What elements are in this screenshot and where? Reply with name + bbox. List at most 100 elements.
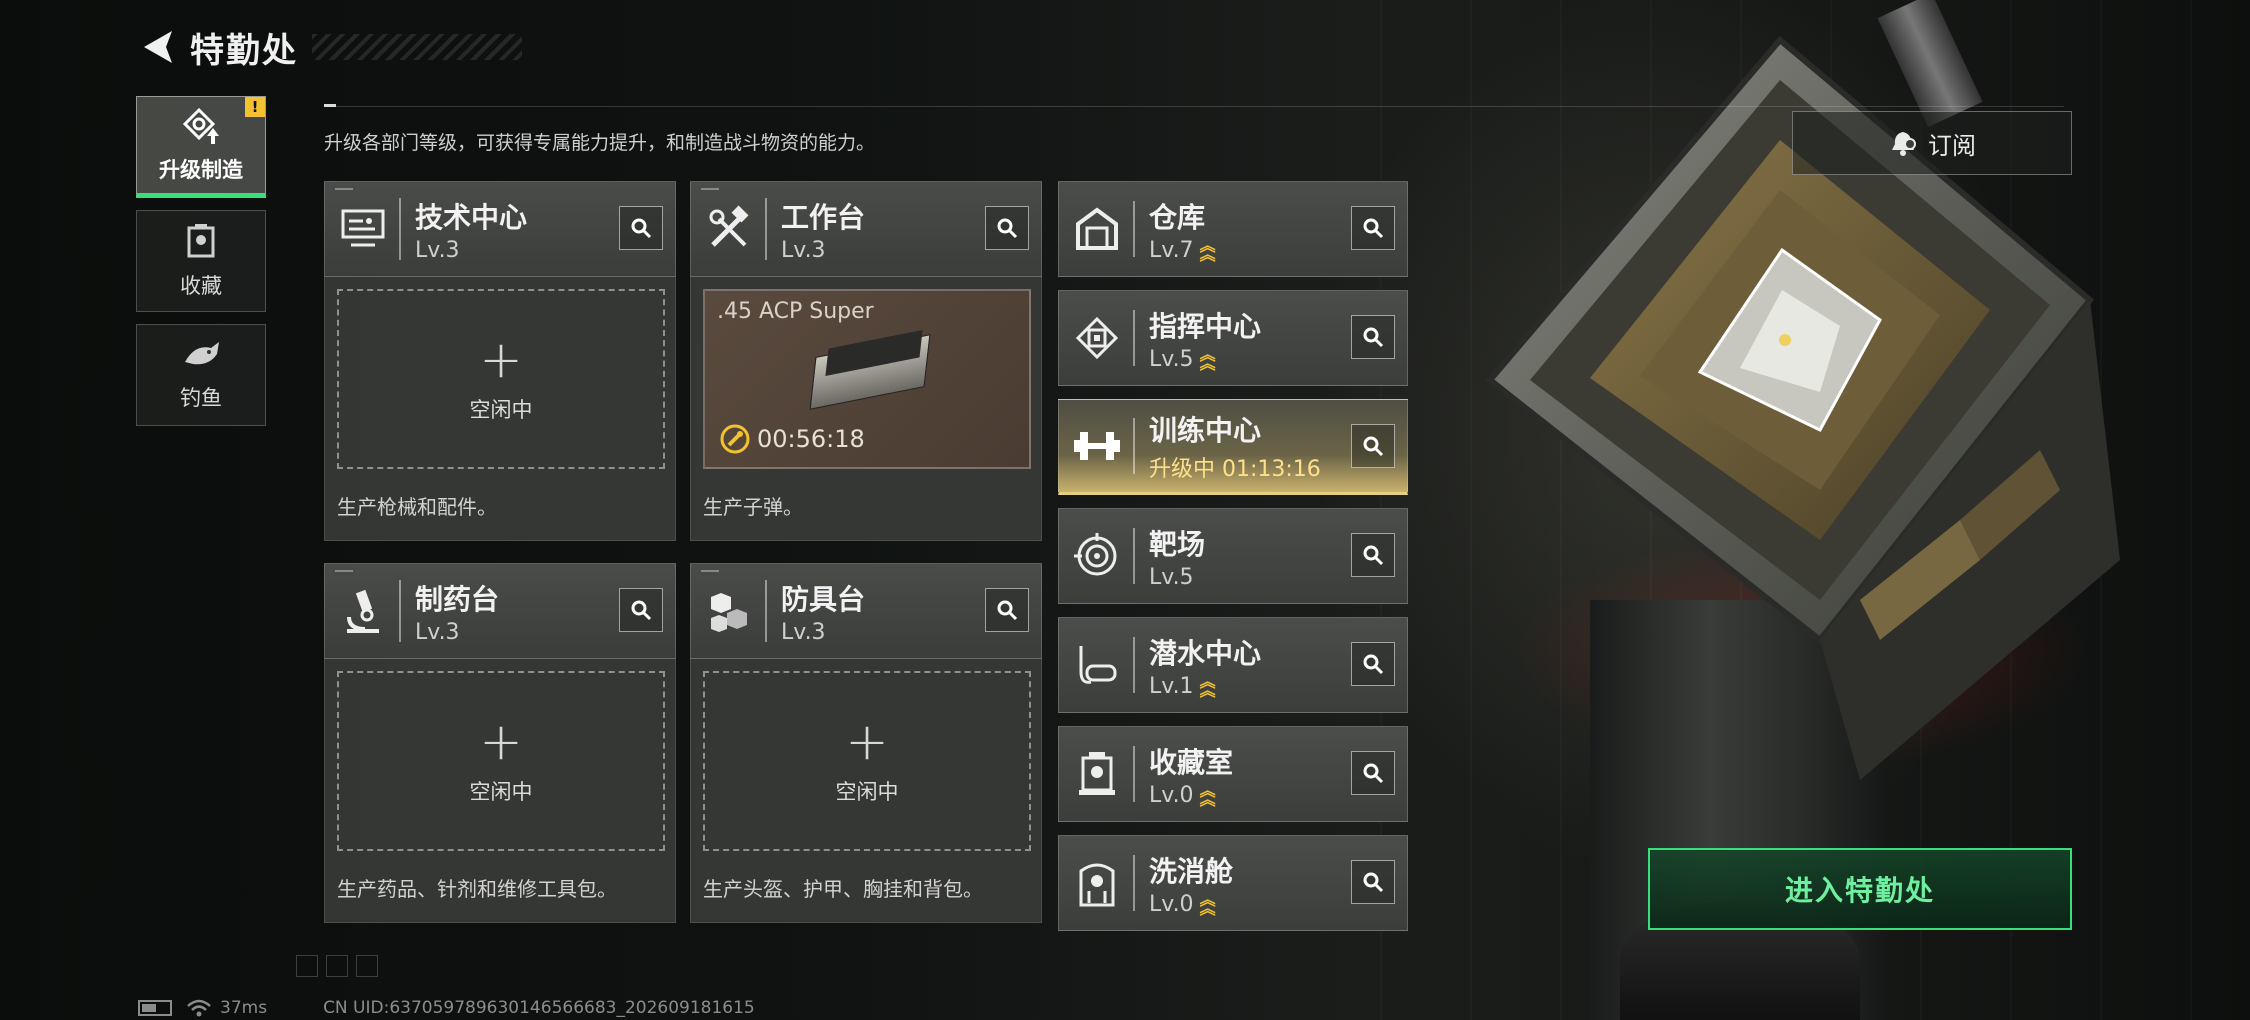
microscope-icon xyxy=(337,585,389,637)
card-body: .45 ACP Super 00:56:18 生产子弹。 xyxy=(690,277,1042,541)
facility-name: 指挥中心 xyxy=(1149,309,1262,343)
search-icon xyxy=(1363,327,1384,348)
back-button[interactable] xyxy=(136,25,180,69)
slot-status: 空闲中 xyxy=(469,780,533,804)
item-separator xyxy=(1133,855,1135,911)
card-header[interactable]: 制药台 Lv.3 xyxy=(324,563,676,659)
header-separator xyxy=(399,580,401,642)
facility-level: Lv.3 xyxy=(781,619,826,645)
search-button[interactable] xyxy=(1351,860,1395,904)
search-button[interactable] xyxy=(619,588,663,632)
empty-production-slot[interactable]: + 空闲中 xyxy=(337,289,665,469)
card-body: + 空闲中 生产头盔、护甲、胸挂和背包。 xyxy=(690,659,1042,923)
subscribe-button[interactable]: 订阅 xyxy=(1792,111,2072,175)
upgrade-gear-icon xyxy=(182,107,219,144)
search-button[interactable] xyxy=(1351,206,1395,250)
monitor-icon xyxy=(337,203,389,255)
card-header[interactable]: 技术中心 Lv.3 xyxy=(324,181,676,277)
card-header[interactable]: 防具台 Lv.3 xyxy=(690,563,1042,659)
item-name: .45 ACP Super xyxy=(717,299,874,324)
item-separator xyxy=(1133,528,1135,584)
header-separator xyxy=(765,198,767,260)
search-button[interactable] xyxy=(1351,751,1395,795)
search-icon xyxy=(1363,763,1384,784)
empty-production-slot[interactable]: + 空闲中 xyxy=(703,671,1031,851)
level-text: Lv.1 xyxy=(1149,673,1194,699)
search-icon xyxy=(997,600,1018,621)
corner-tick xyxy=(335,570,353,572)
search-icon xyxy=(1363,545,1384,566)
nav-label: 升级制造 xyxy=(159,158,243,182)
facility-level: Lv.0 ︽ ︽ xyxy=(1149,783,1233,808)
top-bar: 特勤处 xyxy=(136,22,522,72)
facility-name: 工作台 xyxy=(781,200,866,234)
alert-badge: ! xyxy=(245,97,265,117)
deco-square xyxy=(326,955,348,977)
nav-item-fishing[interactable]: 钓鱼 xyxy=(136,324,266,426)
upgrade-available-icon: ︽ ︽ xyxy=(1199,781,1216,809)
item-separator xyxy=(1133,637,1135,693)
card-body: + 空闲中 生产枪械和配件。 xyxy=(324,277,676,541)
search-button[interactable] xyxy=(1351,642,1395,686)
tools-icon xyxy=(703,203,755,255)
nav-item-upgrade-craft[interactable]: ! 升级制造 xyxy=(136,96,266,198)
active-production-slot[interactable]: .45 ACP Super 00:56:18 xyxy=(703,289,1031,469)
card-header[interactable]: 工作台 Lv.3 xyxy=(690,181,1042,277)
decorative-marks xyxy=(296,955,378,977)
facility-level: Lv.3 xyxy=(415,237,460,263)
search-icon xyxy=(1363,654,1384,675)
search-icon xyxy=(997,218,1018,239)
facility-item-shooting-range[interactable]: 靶场 Lv.5 xyxy=(1058,508,1408,604)
facility-item-collection-room[interactable]: 收藏室 Lv.0 ︽ ︽ xyxy=(1058,726,1408,822)
header-separator xyxy=(765,580,767,642)
search-button[interactable] xyxy=(1351,533,1395,577)
level-text: Lv.5 xyxy=(1149,346,1194,372)
search-button[interactable] xyxy=(1351,315,1395,359)
facility-name: 收藏室 xyxy=(1149,745,1234,779)
search-button[interactable] xyxy=(985,206,1029,250)
facility-item-warehouse[interactable]: 仓库 Lv.7 ︽ ︽ xyxy=(1058,181,1408,277)
deco-square xyxy=(356,955,378,977)
production-description: 生产头盔、护甲、胸挂和背包。 xyxy=(703,877,983,901)
item-separator xyxy=(1133,310,1135,366)
facility-item-diving-center[interactable]: 潜水中心 Lv.1 ︽ ︽ xyxy=(1058,617,1408,713)
production-card-workbench: 工作台 Lv.3 .45 ACP Super 00:56:18 生产子弹。 xyxy=(690,181,1042,541)
warehouse-icon xyxy=(1071,203,1123,255)
production-description: 生产药品、针剂和维修工具包。 xyxy=(337,877,617,901)
target-icon xyxy=(1071,530,1123,582)
facility-item-decon-pod[interactable]: 洗消舱 Lv.0 ︽ ︽ xyxy=(1058,835,1408,931)
empty-production-slot[interactable]: + 空闲中 xyxy=(337,671,665,851)
nav-item-collection[interactable]: 收藏 xyxy=(136,210,266,312)
search-button[interactable] xyxy=(619,206,663,250)
upgrade-available-icon: ︽ ︽ xyxy=(1199,672,1216,700)
decon-pod-icon xyxy=(1071,857,1123,909)
facility-name: 训练中心 xyxy=(1149,414,1262,447)
nav-label: 钓鱼 xyxy=(180,386,222,410)
facility-level: Lv.0 ︽ ︽ xyxy=(1149,892,1233,917)
enter-special-ops-button[interactable]: 进入特勤处 xyxy=(1648,848,2072,930)
facility-level: Lv.5 ︽ ︽ xyxy=(1149,347,1261,372)
deco-square xyxy=(296,955,318,977)
search-button[interactable] xyxy=(985,588,1029,632)
search-button[interactable] xyxy=(1351,424,1395,468)
facility-name: 洗消舱 xyxy=(1149,854,1234,888)
facility-name: 仓库 xyxy=(1149,200,1206,234)
search-icon xyxy=(1363,218,1384,239)
diving-mask-icon xyxy=(1071,639,1123,691)
facility-item-command-center[interactable]: 指挥中心 Lv.5 ︽ ︽ xyxy=(1058,290,1408,386)
search-icon xyxy=(631,600,652,621)
corner-tick xyxy=(701,570,719,572)
facility-name: 防具台 xyxy=(781,582,866,616)
battery-icon xyxy=(138,1000,172,1016)
level-text: Lv.7 xyxy=(1149,237,1194,263)
plus-icon: + xyxy=(845,712,889,772)
facility-item-training-center[interactable]: 训练中心 升级中 01:13:16 xyxy=(1058,399,1408,495)
slot-status: 空闲中 xyxy=(469,398,533,422)
dumbbell-icon xyxy=(1071,420,1123,472)
subscribe-label: 订阅 xyxy=(1928,131,1976,160)
facility-level: Lv.5 xyxy=(1149,565,1205,590)
header-separator xyxy=(399,198,401,260)
card-body: + 空闲中 生产药品、针剂和维修工具包。 xyxy=(324,659,676,923)
facility-name: 靶场 xyxy=(1149,527,1206,561)
user-uid: CN UID:637059789630146566683_20260918161… xyxy=(323,998,755,1018)
